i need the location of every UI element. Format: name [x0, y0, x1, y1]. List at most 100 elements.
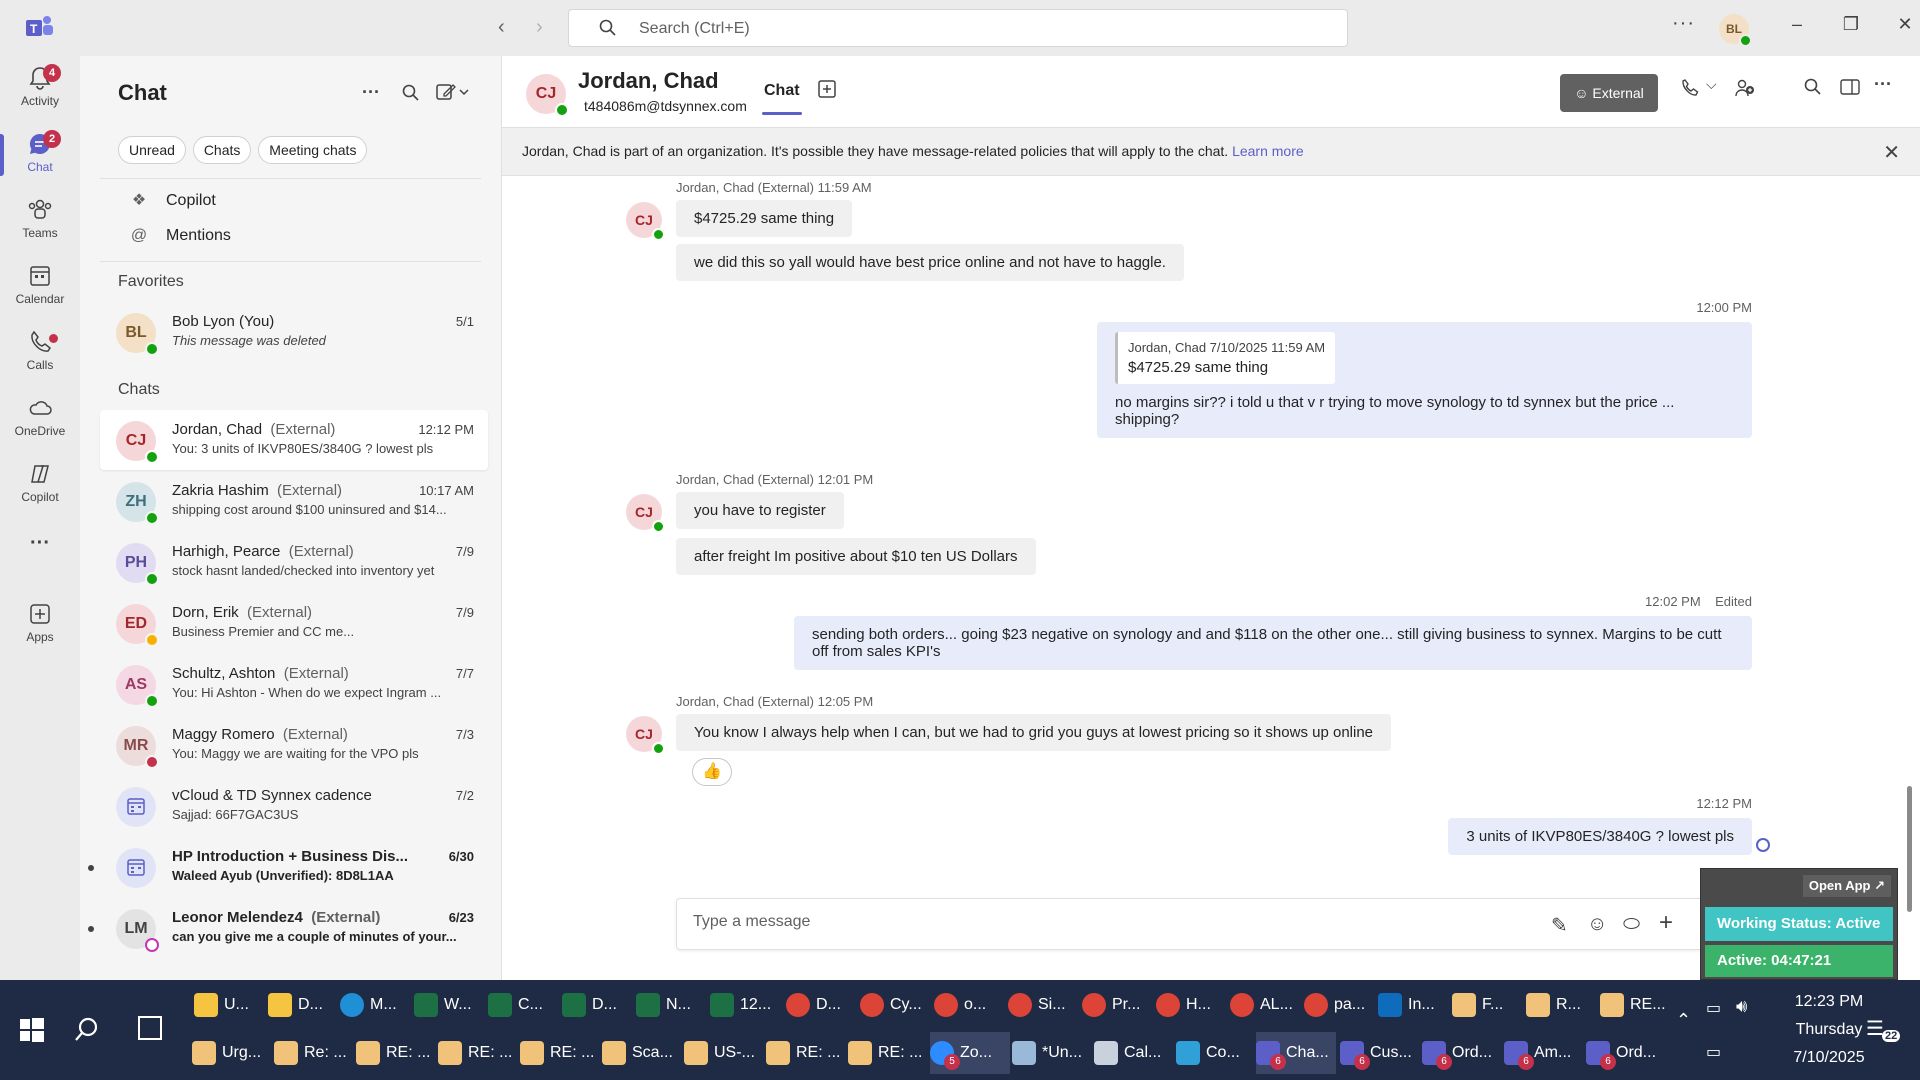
message-bubble-own[interactable]: 3 units of IKVP80ES/3840G ? lowest pls — [1448, 818, 1752, 855]
chat-row[interactable]: ZH Zakria Hashim (External) shipping cos… — [100, 471, 488, 531]
close-banner-icon[interactable]: ✕ — [1883, 140, 1900, 165]
sender-avatar[interactable]: CJ — [626, 494, 665, 533]
taskbar-app[interactable]: D... — [268, 984, 338, 1026]
add-tab-icon[interactable] — [818, 80, 836, 98]
windows-start-icon[interactable] — [20, 1018, 44, 1042]
message-bubble[interactable]: $4725.29 same thing — [676, 200, 853, 237]
taskbar-app[interactable]: In... — [1378, 984, 1448, 1026]
battery-icon[interactable]: ▭ — [1706, 998, 1721, 1018]
reaction-like[interactable]: 👍 — [692, 758, 732, 786]
search-icon[interactable] — [402, 84, 420, 102]
notification-center-icon[interactable]: ☰ 22 — [1866, 1016, 1901, 1042]
filter-meeting-chats[interactable]: Meeting chats — [258, 136, 368, 164]
new-chat-icon[interactable] — [436, 82, 470, 102]
restore-icon[interactable]: ❐ — [1836, 14, 1866, 35]
rail-more-apps-icon[interactable]: ··· — [0, 532, 80, 572]
loop-component-icon[interactable]: ⬭ — [1623, 913, 1640, 936]
network-icon[interactable]: ▭ — [1706, 1042, 1721, 1062]
taskbar-app[interactable]: N... — [636, 984, 706, 1026]
rail-calls[interactable]: Calls — [0, 324, 80, 386]
taskbar-app[interactable]: RE: ... — [766, 1032, 846, 1074]
taskbar-app[interactable]: RE... — [1600, 984, 1670, 1026]
teams-logo-icon[interactable]: T — [24, 14, 54, 40]
taskbar-app[interactable]: F... — [1452, 984, 1522, 1026]
call-options-chevron-icon[interactable]: ⌵ — [1706, 76, 1717, 93]
task-view-icon[interactable] — [138, 1016, 162, 1040]
taskbar-app[interactable]: 5 Zo... — [930, 1032, 1010, 1074]
chat-row[interactable]: AS Schultz, Ashton (External) You: Hi As… — [100, 654, 488, 714]
taskbar-app[interactable]: 6 Ord... — [1586, 1032, 1666, 1074]
chat-row[interactable]: PH Harhigh, Pearce (External) stock hasn… — [100, 532, 488, 592]
more-options-icon[interactable]: ··· — [1874, 74, 1892, 95]
message-bubble[interactable]: You know I always help when I can, but w… — [676, 714, 1392, 751]
taskbar-app[interactable]: Si... — [1008, 984, 1078, 1026]
taskbar-app[interactable]: Co... — [1176, 1032, 1256, 1074]
taskbar-app[interactable]: RE: ... — [438, 1032, 518, 1074]
taskbar-app[interactable]: *Un... — [1012, 1032, 1092, 1074]
taskbar-app[interactable]: 6 Cus... — [1340, 1032, 1420, 1074]
external-button[interactable]: ☺︎ External — [1560, 74, 1658, 112]
message-bubble[interactable]: you have to register — [676, 492, 844, 529]
rail-chat[interactable]: 2 Chat — [0, 126, 80, 188]
taskbar-app[interactable]: W... — [414, 984, 484, 1026]
chat-row[interactable]: LM Leonor Melendez4 (External) can you g… — [88, 898, 488, 958]
rail-copilot[interactable]: Copilot — [0, 456, 80, 518]
learn-more-link[interactable]: Learn more — [1232, 143, 1304, 159]
filter-chats[interactable]: Chats — [192, 136, 252, 164]
minimize-icon[interactable]: – — [1782, 14, 1812, 35]
message-bubble[interactable]: after freight Im positive about $10 ten … — [676, 538, 1036, 575]
chat-row-meeting[interactable]: HP Introduction + Business Dis... Waleed… — [88, 837, 488, 897]
taskbar-app[interactable]: H... — [1156, 984, 1226, 1026]
taskbar-app[interactable]: U... — [194, 984, 264, 1026]
chats-header[interactable]: Chats — [118, 381, 160, 399]
chat-row[interactable]: MR Maggy Romero (External) You: Maggy we… — [100, 715, 488, 775]
filter-unread[interactable]: Unread — [118, 136, 186, 164]
taskbar-app[interactable]: D... — [562, 984, 632, 1026]
favorites-header[interactable]: Favorites — [118, 273, 184, 291]
favorite-row[interactable]: BL Bob Lyon (You) This message was delet… — [100, 302, 488, 362]
tab-chat[interactable]: Chat — [762, 82, 802, 115]
taskbar-app[interactable]: Sca... — [602, 1032, 682, 1074]
taskbar-app[interactable]: Re: ... — [274, 1032, 354, 1074]
taskbar-app[interactable]: RE: ... — [848, 1032, 928, 1074]
rail-apps[interactable]: Apps — [0, 596, 80, 658]
taskbar-app[interactable]: 6 Am... — [1504, 1032, 1584, 1074]
taskbar-app[interactable]: Cal... — [1094, 1032, 1174, 1074]
search-in-chat-icon[interactable] — [1804, 78, 1822, 96]
sender-avatar[interactable]: CJ — [626, 716, 665, 755]
quoted-message[interactable]: Jordan, Chad 7/10/2025 11:59 AM $4725.29… — [1115, 332, 1336, 384]
rail-activity[interactable]: 4 Activity — [0, 60, 80, 122]
show-hidden-icons-chevron-icon[interactable]: ⌃ — [1676, 1010, 1691, 1031]
close-window-icon[interactable]: ✕ — [1890, 14, 1920, 35]
chat-row[interactable]: ED Dorn, Erik (External) Business Premie… — [100, 593, 488, 653]
taskbar-app[interactable]: 6 Ord... — [1422, 1032, 1502, 1074]
taskbar-app[interactable]: D... — [786, 984, 856, 1026]
emoji-icon[interactable]: ☺ — [1587, 913, 1607, 936]
taskbar-app[interactable]: R... — [1526, 984, 1596, 1026]
quick-link-copilot[interactable]: ❖ Copilot — [128, 190, 216, 210]
rail-onedrive[interactable]: OneDrive — [0, 390, 80, 452]
taskbar-search-icon[interactable] — [74, 1016, 100, 1042]
message-bubble-own[interactable]: sending both orders... going $23 negativ… — [794, 616, 1752, 670]
message-bubble-own[interactable]: Jordan, Chad 7/10/2025 11:59 AM $4725.29… — [1097, 322, 1752, 438]
working-status[interactable]: Working Status: Active — [1705, 907, 1893, 941]
taskbar-app[interactable]: RE: ... — [520, 1032, 600, 1074]
taskbar-app[interactable]: Urg... — [192, 1032, 272, 1074]
people-icon[interactable] — [1734, 78, 1756, 98]
taskbar-app[interactable]: o... — [934, 984, 1004, 1026]
sender-avatar[interactable]: CJ — [626, 202, 665, 241]
search-input[interactable]: Search (Ctrl+E) — [568, 9, 1348, 47]
contact-name[interactable]: Jordan, Chad — [578, 68, 719, 94]
volume-icon[interactable]: 🔊︎ — [1736, 996, 1747, 1017]
message-scrollbar[interactable] — [1907, 786, 1912, 912]
chat-row-meeting[interactable]: vCloud & TD Synnex cadence Sajjad: 66F7G… — [100, 776, 488, 836]
more-options-icon[interactable]: ··· — [1672, 12, 1695, 35]
taskbar-app[interactable]: Cy... — [860, 984, 930, 1026]
rail-calendar[interactable]: Calendar — [0, 258, 80, 320]
open-app-button[interactable]: Open App ↗ — [1802, 875, 1891, 897]
format-icon[interactable]: ✎ — [1551, 913, 1568, 938]
quick-link-mentions[interactable]: @ Mentions — [128, 227, 231, 245]
message-bubble[interactable]: we did this so yall would have best pric… — [676, 244, 1184, 281]
add-attachment-icon[interactable]: + — [1659, 909, 1673, 937]
taskbar-app-teams-chat[interactable]: 6 Cha... — [1256, 1032, 1336, 1074]
